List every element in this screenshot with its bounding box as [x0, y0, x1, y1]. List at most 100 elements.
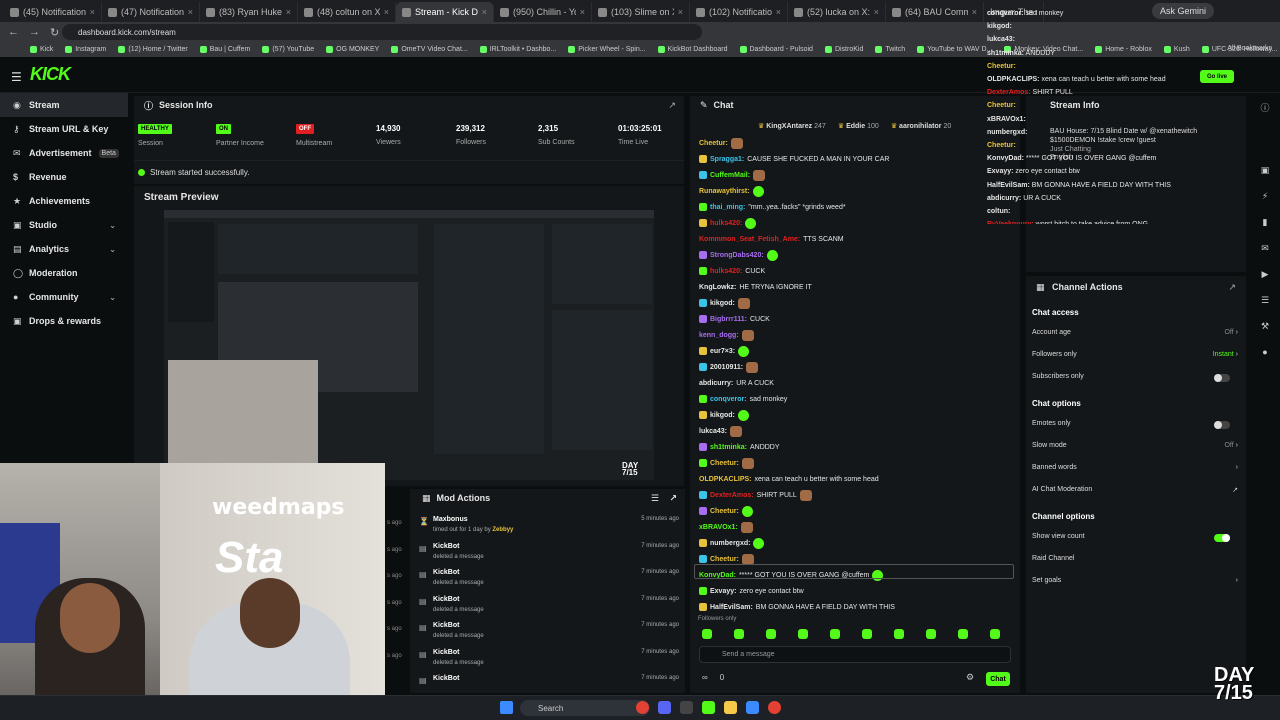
chat-username[interactable]: sh1tminka:	[710, 444, 747, 451]
emote-icon[interactable]	[990, 629, 1000, 639]
browser-tab[interactable]: (45) Notifications / X ×	[4, 2, 102, 22]
close-icon[interactable]: ×	[90, 7, 95, 17]
chat-username[interactable]: Bigbrrr111:	[710, 316, 747, 323]
chat-message[interactable]: Cheetur:	[699, 504, 753, 518]
emote-icon[interactable]	[958, 629, 968, 639]
kick-logo[interactable]: KICK	[30, 64, 71, 85]
mod-action-user[interactable]: KickBot	[433, 675, 459, 682]
list-icon[interactable]: ☰	[1259, 295, 1271, 307]
sidebar-item-community[interactable]: ● Community ⌄	[0, 285, 128, 309]
channel-action-ai-chat-moderation[interactable]: AI Chat Moderation ↗	[1032, 486, 1238, 500]
stream-preview-video[interactable]	[164, 210, 654, 480]
popout-icon[interactable]: ↗	[668, 100, 676, 111]
bookmark-item[interactable]: Instagram	[65, 46, 106, 53]
browser-tab[interactable]: (102) Notifications / X ×	[690, 2, 788, 22]
chat-username[interactable]: hulks420:	[710, 220, 742, 227]
chat-username[interactable]: DexterAmos:	[710, 492, 754, 499]
chat-message[interactable]: kikgod:	[699, 408, 749, 422]
close-icon[interactable]: ×	[482, 7, 487, 17]
infinity-icon[interactable]: ∞	[702, 673, 708, 682]
chat-message[interactable]: KngLowkz: HE TRYNA IGNORE IT	[699, 280, 812, 294]
chrome-icon[interactable]	[768, 701, 781, 714]
channel-action-show-view-count[interactable]: Show view count	[1032, 533, 1238, 547]
leaderboard-entry[interactable]: ♛ Eddie 100	[838, 122, 879, 130]
message-icon[interactable]: ✉	[1259, 243, 1271, 255]
channel-action-banned-words[interactable]: Banned words ›	[1032, 464, 1238, 478]
chat-username[interactable]: abdicurry:	[699, 380, 733, 387]
filter-icon[interactable]: ☰	[651, 493, 659, 504]
chat-message[interactable]: OLDPKACLIPS: xena can teach u better with…	[699, 472, 879, 486]
external-link-icon[interactable]: ↗	[1232, 486, 1238, 494]
chat-username[interactable]: OLDPKACLIPS:	[699, 476, 752, 483]
chat-username[interactable]: HalfEvilSam:	[710, 604, 753, 611]
emote-icon[interactable]	[926, 629, 936, 639]
chat-username[interactable]: kikgod:	[710, 300, 735, 307]
chat-message[interactable]: Spragga1: CAUSE SHE FUCKED A MAN IN YOUR …	[699, 152, 889, 166]
chat-username[interactable]: KngLowkz:	[699, 284, 736, 291]
sidebar-item-analytics[interactable]: ▤ Analytics ⌄	[0, 237, 128, 261]
bookmark-item[interactable]: IRLToolkit • Dashbo...	[479, 46, 556, 53]
mod-action-row[interactable]: ⏳ Maxbonus timed out for 1 day by Zebbyy 5 …	[410, 513, 685, 539]
browser-tab[interactable]: Stream - Kick Dashboa ×	[396, 2, 494, 22]
close-icon[interactable]: ×	[972, 7, 977, 17]
bookmark-item[interactable]: DistroKid	[824, 46, 863, 53]
close-icon[interactable]: ×	[874, 7, 879, 17]
reload-icon[interactable]: ↻	[50, 26, 59, 39]
chat-message[interactable]: Kommmon_Seat_Fetish_Ame: TTS SCANM	[699, 232, 844, 246]
bookmark-item[interactable]: Kick	[30, 46, 53, 53]
sidebar-item-achievements[interactable]: ★ Achievements	[0, 189, 128, 213]
chat-username[interactable]: numbergxd:	[710, 540, 750, 547]
bookmark-item[interactable]: (57) YouTube	[262, 46, 314, 53]
chat-message[interactable]: hulks420: CUCK	[699, 264, 765, 278]
mod-action-row[interactable]: ▤ KickBot deleted a message 7 minutes ago	[410, 593, 685, 619]
video-icon[interactable]: ▶	[1259, 269, 1271, 281]
sidebar-item-moderation[interactable]: ◯ Moderation	[0, 261, 128, 285]
mod-action-user[interactable]: KickBot	[433, 569, 459, 576]
chat-message[interactable]: DexterAmos: SHIRT PULL	[699, 488, 812, 502]
chat-message[interactable]: Bigbrrr111: CUCK	[699, 312, 770, 326]
mod-action-user[interactable]: Maxbonus	[433, 516, 468, 523]
sidebar-item-drops-rewards[interactable]: ▣ Drops & rewards	[0, 309, 128, 333]
chat-message[interactable]: abdicurry: UR A CUCK	[699, 376, 774, 390]
chat-username[interactable]: kikgod:	[710, 412, 735, 419]
browser-tab[interactable]: (52) lucka on X: "https ×	[788, 2, 886, 22]
close-icon[interactable]: ×	[580, 7, 585, 17]
mod-action-user[interactable]: KickBot	[433, 596, 459, 603]
popout-icon[interactable]: ↗	[669, 493, 677, 504]
emote-icon[interactable]	[830, 629, 840, 639]
mod-action-row[interactable]: ▤ KickBot deleted a message 7 minutes ago	[410, 619, 685, 645]
discord-icon[interactable]	[658, 701, 671, 714]
emote-icon[interactable]	[862, 629, 872, 639]
chat-username[interactable]: Cheetur:	[710, 508, 739, 515]
mod-action-row[interactable]: ▤ KickBot deleted a message 7 minutes ago	[410, 646, 685, 672]
app-icon[interactable]	[680, 701, 693, 714]
chat-username[interactable]: eur7×3:	[710, 348, 735, 355]
bookmark-item[interactable]: (12) Home / Twitter	[118, 46, 188, 53]
app-icon[interactable]	[746, 701, 759, 714]
browser-tab[interactable]: (103) Slime on X: "Hi ×	[592, 2, 690, 22]
chat-message[interactable]: kenn_dogg:	[699, 328, 754, 342]
chat-username[interactable]: CuffemMail:	[710, 172, 750, 179]
mod-action-row[interactable]: ▤ KickBot deleted a message 7 minutes ago	[410, 566, 685, 592]
chat-message[interactable]: thai_ming: "mm..yea..facks" *grinds weed*	[699, 200, 846, 214]
toggle-switch[interactable]	[1214, 374, 1230, 382]
browser-tab[interactable]: (950) Chillin - YouTube ×	[494, 2, 592, 22]
mod-action-user[interactable]: KickBot	[433, 622, 459, 629]
widget-icon[interactable]: ▣	[1259, 165, 1271, 177]
channel-action-raid-channel[interactable]: Raid Channel	[1032, 555, 1238, 569]
chat-message[interactable]: Cheetur:	[699, 136, 743, 150]
toggle-switch[interactable]	[1214, 534, 1230, 542]
chat-message[interactable]: Cheetur:	[699, 456, 754, 470]
chat-message[interactable]: numbergxd:	[699, 536, 765, 550]
chat-message[interactable]: eur7×3:	[699, 344, 750, 358]
popout-icon[interactable]: ↗	[1228, 282, 1236, 293]
leaderboard-entry[interactable]: ♛ aaronihilator 20	[891, 122, 951, 130]
wrench-icon[interactable]: ⚒	[1259, 321, 1271, 333]
sidebar-item-revenue[interactable]: $ Revenue	[0, 165, 128, 189]
toggle-switch[interactable]	[1214, 421, 1230, 429]
forward-icon[interactable]: →	[29, 26, 40, 38]
chat-username[interactable]: 20010911:	[710, 364, 743, 371]
chat-username[interactable]: thai_ming:	[710, 204, 745, 211]
close-icon[interactable]: ×	[384, 7, 389, 17]
chat-message[interactable]: 20010911:	[699, 360, 759, 374]
